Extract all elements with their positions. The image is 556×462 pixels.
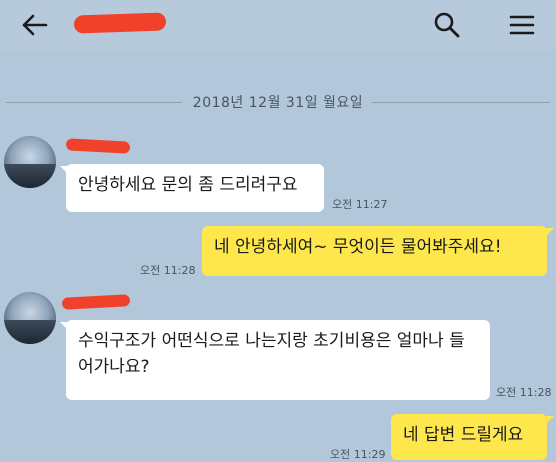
sender-avatar[interactable] [4,292,56,344]
message-bubble-incoming[interactable]: 안녕하세요 문의 좀 드리려구요 [66,164,324,212]
redacted-sender-name [61,294,131,310]
hamburger-menu-icon [509,15,535,35]
bubble-tail [546,228,554,236]
date-separator: 2018년 12월 31일 월요일 [0,90,556,114]
redacted-chat-title [73,12,167,34]
search-icon [434,12,460,38]
message-bubble-incoming[interactable]: 수익구조가 어떤식으로 나는지랑 초기비용은 얼마나 들어가나요? [66,320,490,400]
search-button[interactable] [430,8,464,42]
chat-header [0,0,556,50]
date-label: 2018년 12월 31일 월요일 [192,95,364,111]
back-button[interactable] [18,8,52,42]
message-bubble-outgoing[interactable]: 네 안녕하세여~ 무엇이든 물어봐주세요! [202,226,547,276]
sender-avatar[interactable] [4,136,56,188]
date-divider-left [6,102,182,103]
arrow-left-icon [22,14,48,36]
redacted-sender-name [65,138,131,154]
bubble-tail [546,416,554,424]
message-time: 오전 11:27 [332,198,388,211]
message-time: 오전 11:28 [140,264,196,277]
message-bubble-outgoing[interactable]: 네 답변 드릴게요 [391,414,547,460]
message-time: 오전 11:29 [330,448,386,461]
menu-button[interactable] [505,8,539,42]
message-time: 오전 11:28 [496,386,552,399]
date-divider-right [372,102,550,103]
